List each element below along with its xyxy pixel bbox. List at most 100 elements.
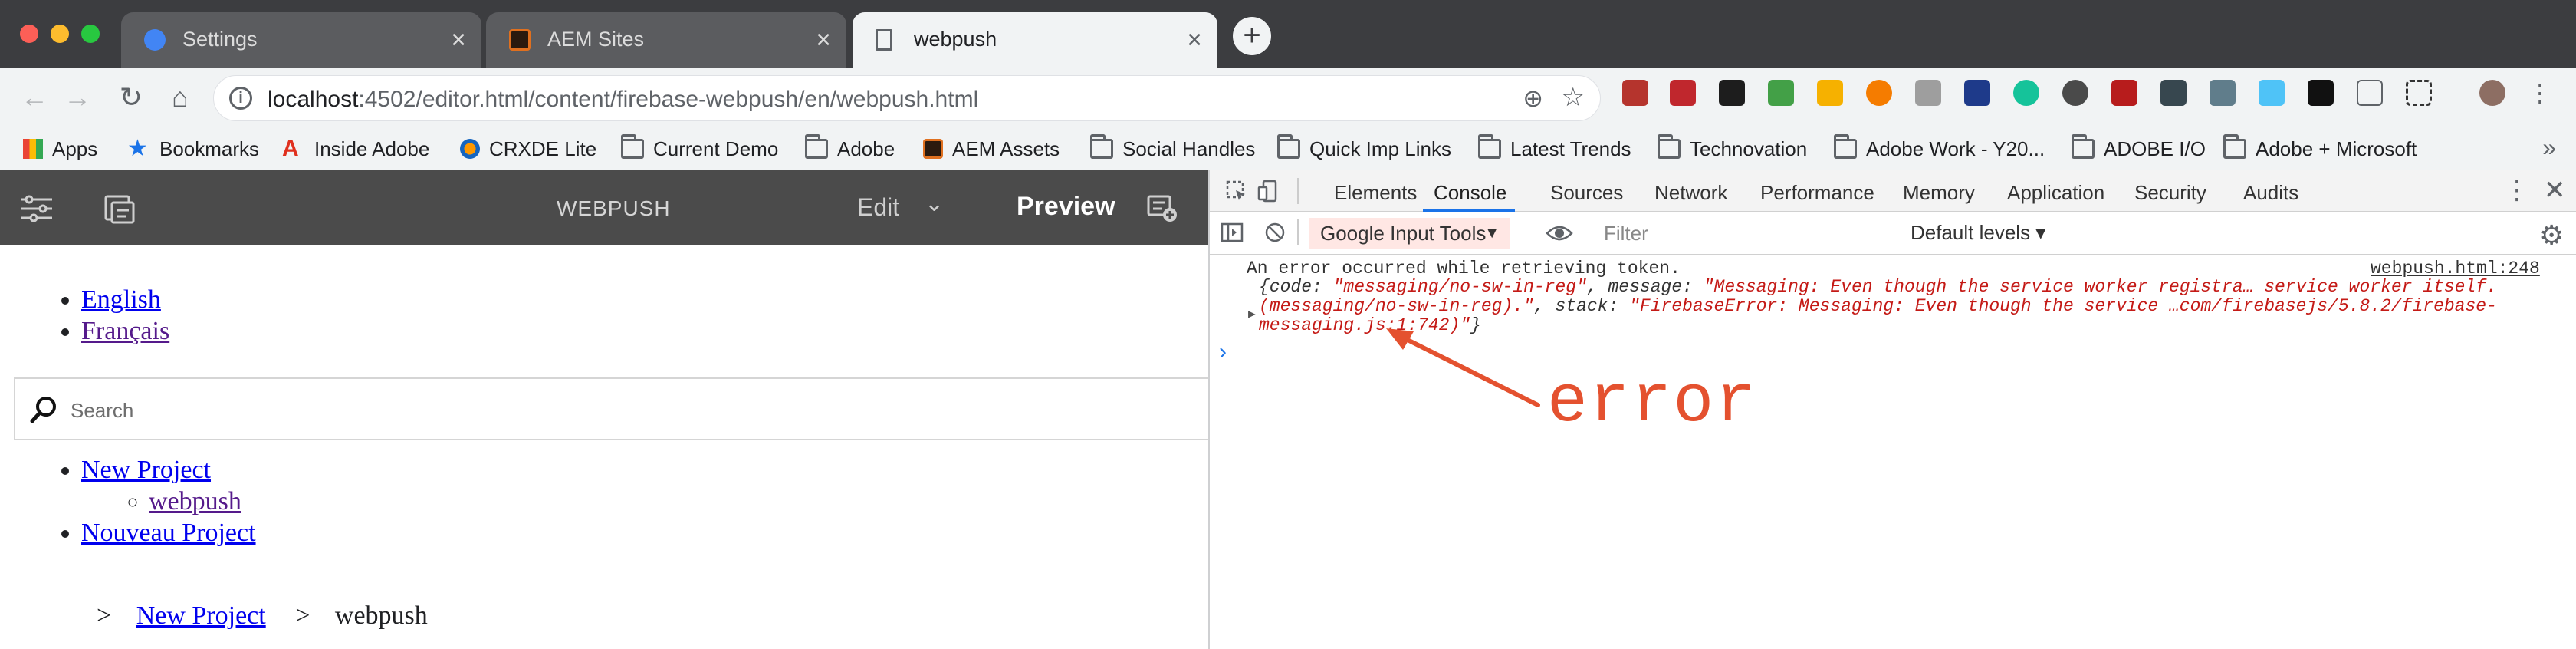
extension-icon[interactable]	[2062, 80, 2088, 106]
search-component[interactable]: Search	[14, 377, 1210, 440]
devtools-tab-memory[interactable]: Memory	[1903, 181, 1975, 205]
expand-triangle-icon[interactable]: ▶	[1248, 305, 1256, 324]
avatar[interactable]	[2479, 80, 2505, 106]
bookmark-bookmarks[interactable]: ★ Bookmarks	[127, 135, 259, 163]
bookmark-adobe-work[interactable]: Adobe Work - Y20...	[1834, 134, 2045, 163]
window-close-button[interactable]	[20, 25, 38, 43]
devtools-close-icon[interactable]: ✕	[2544, 175, 2566, 206]
language-link-english[interactable]: English	[81, 285, 161, 314]
breadcrumb-link-new-project[interactable]: New Project	[136, 601, 266, 630]
live-expression-eye-icon[interactable]	[1546, 221, 1573, 245]
console-prompt[interactable]: ›	[1219, 341, 1227, 364]
devtools-tab-audits[interactable]: Audits	[2243, 181, 2298, 205]
devtools-tab-network[interactable]: Network	[1654, 181, 1727, 205]
devtools-tab-application[interactable]: Application	[2007, 181, 2104, 205]
bookmark-adobe-microsoft[interactable]: Adobe + Microsoft	[2223, 134, 2417, 163]
extension-icon[interactable]	[2160, 80, 2187, 106]
kebab-menu-icon[interactable]: ⋮	[2527, 80, 2553, 106]
extension-icon[interactable]	[2210, 80, 2236, 106]
reload-button[interactable]: ↻	[113, 80, 149, 115]
cors-extension-icon[interactable]	[1670, 80, 1696, 106]
tab-aem-sites[interactable]: AEM Sites ×	[486, 12, 846, 68]
tab-settings[interactable]: Settings ×	[121, 12, 481, 68]
devtools-menu-icon[interactable]: ⋮	[2504, 175, 2530, 206]
folder-icon	[1277, 134, 1300, 159]
bookmark-label: Latest Trends	[1510, 137, 1631, 160]
info-icon[interactable]: i	[229, 87, 252, 110]
console-filter-input[interactable]	[1595, 218, 1848, 249]
extension-icon[interactable]	[1622, 80, 1648, 106]
extension-icon[interactable]	[1866, 80, 1892, 106]
search-placeholder: Search	[71, 399, 134, 422]
extension-icon[interactable]	[1719, 80, 1745, 106]
extension-icon[interactable]	[1768, 80, 1794, 106]
new-tab-button[interactable]: +	[1233, 17, 1271, 55]
log-levels-dropdown[interactable]: Default levels ▾	[1911, 221, 2045, 245]
browser-tab-strip: Settings × AEM Sites × webpush × +	[0, 0, 2576, 68]
bookmark-crxde-lite[interactable]: CRXDE Lite	[460, 135, 596, 163]
window-minimize-button[interactable]	[51, 25, 69, 43]
extension-icon[interactable]	[2111, 80, 2137, 106]
bookmark-quick-imp-links[interactable]: Quick Imp Links	[1277, 134, 1451, 163]
nav-link-new-project[interactable]: New Project	[81, 456, 211, 484]
devtools-tab-elements[interactable]: Elements	[1334, 181, 1417, 205]
url-text[interactable]: localhost:4502/editor.html/content/fireb…	[268, 87, 978, 113]
window-zoom-button[interactable]	[81, 25, 100, 43]
edit-mode-button[interactable]: Edit	[857, 193, 899, 222]
bookmark-adobe-io[interactable]: ADOBE I/O	[2072, 134, 2206, 163]
extension-icon[interactable]	[1915, 80, 1941, 106]
bookmark-label: Technovation	[1690, 137, 1808, 160]
side-panel-sliders-icon[interactable]	[20, 193, 54, 224]
device-toolbar-icon[interactable]	[1257, 180, 1280, 203]
zoom-icon[interactable]: ⊕	[1523, 84, 1543, 113]
devtools-tab-sources[interactable]: Sources	[1550, 181, 1623, 205]
preview-mode-button[interactable]: Preview	[1017, 192, 1116, 222]
tab-close-icon[interactable]: ×	[1187, 25, 1202, 55]
tab-close-icon[interactable]: ×	[451, 25, 466, 55]
extension-icon[interactable]	[2259, 80, 2285, 106]
bookmark-aem-assets[interactable]: AEM Assets	[923, 135, 1060, 163]
screenshot-icon[interactable]	[2406, 80, 2432, 106]
amazon-icon[interactable]	[2308, 80, 2334, 106]
json-icon[interactable]	[2357, 80, 2383, 106]
devtools-tab-security[interactable]: Security	[2134, 181, 2206, 205]
back-button[interactable]: ←	[17, 80, 52, 115]
chevron-down-icon[interactable]: ⌄	[925, 190, 944, 217]
execution-context-select[interactable]: Google Input Tools ▼	[1309, 218, 1510, 249]
devtools-tab-console[interactable]: Console	[1434, 181, 1506, 205]
tab-close-icon[interactable]: ×	[816, 25, 831, 55]
devtools-tab-performance[interactable]: Performance	[1760, 181, 1875, 205]
extension-icon[interactable]	[1817, 80, 1843, 106]
extension-icon[interactable]	[1964, 80, 1990, 106]
console-source-link[interactable]: webpush.html:248	[2371, 259, 2540, 278]
bookmark-adobe[interactable]: Adobe	[805, 134, 895, 163]
address-bar[interactable]: i localhost:4502/editor.html/content/fir…	[213, 75, 1601, 121]
bookmark-inside-adobe[interactable]: A Inside Adobe	[282, 135, 429, 163]
show-sidebar-icon[interactable]	[1221, 221, 1244, 244]
grammarly-icon[interactable]	[2013, 80, 2039, 106]
bookmark-label: CRXDE Lite	[489, 137, 597, 160]
bookmark-latest-trends[interactable]: Latest Trends	[1478, 134, 1631, 163]
home-button[interactable]: ⌂	[163, 80, 198, 115]
tab-webpush[interactable]: webpush ×	[853, 12, 1217, 68]
annotate-icon[interactable]	[1147, 193, 1178, 222]
nav-link-nouveau-project[interactable]: Nouveau Project	[81, 519, 256, 547]
console-settings-gear-icon[interactable]: ⚙	[2539, 219, 2564, 252]
gear-icon	[144, 29, 166, 51]
execution-context-label: Google Input Tools	[1320, 222, 1487, 245]
page-properties-icon[interactable]	[103, 193, 136, 224]
bookmark-technovation[interactable]: Technovation	[1658, 134, 1808, 163]
language-link-french[interactable]: Français	[81, 317, 169, 345]
bookmarks-overflow-button[interactable]: »	[2542, 133, 2556, 162]
browser-toolbar: ← → ↻ ⌂ i localhost:4502/editor.html/con…	[0, 68, 2576, 127]
bookmark-current-demo[interactable]: Current Demo	[621, 134, 778, 163]
list-item: Français	[81, 315, 169, 347]
bookmark-apps[interactable]: Apps	[23, 135, 97, 163]
bookmark-social-handles[interactable]: Social Handles	[1090, 134, 1255, 163]
inspect-element-icon[interactable]	[1225, 180, 1248, 203]
clear-console-icon[interactable]	[1263, 221, 1286, 244]
breadcrumb-separator: >	[295, 601, 310, 630]
bookmark-star-icon[interactable]: ☆	[1562, 82, 1585, 113]
nav-link-webpush[interactable]: webpush	[149, 487, 242, 516]
forward-button[interactable]: →	[60, 80, 95, 115]
